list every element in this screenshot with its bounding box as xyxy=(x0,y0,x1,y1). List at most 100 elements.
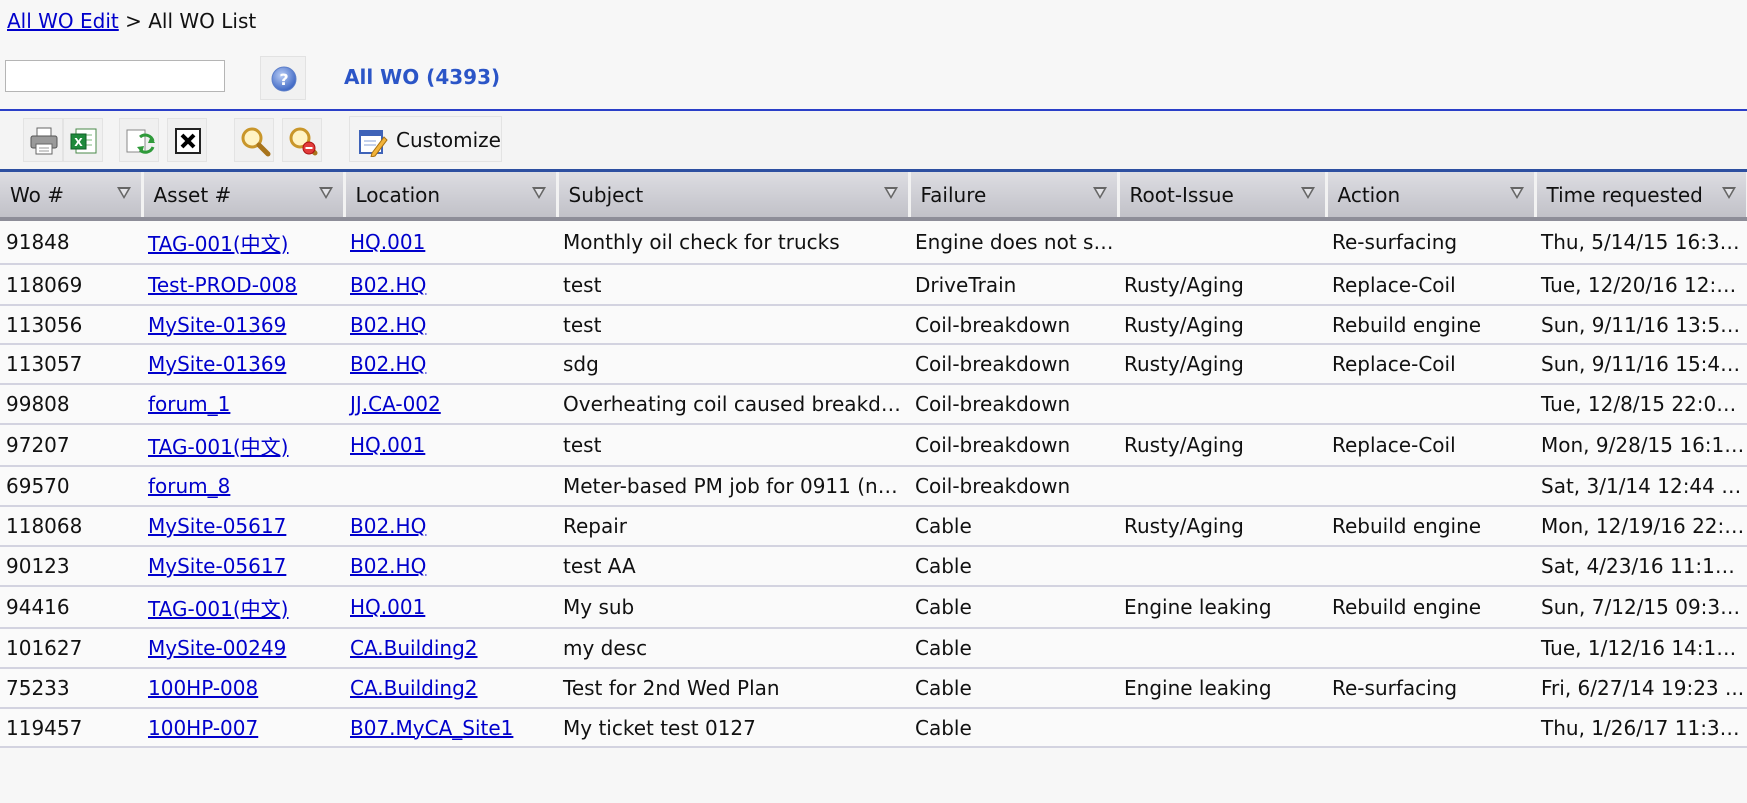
cell-location-link[interactable]: JJ.CA-002 xyxy=(350,392,441,416)
cell-failure: Coil-breakdown xyxy=(909,424,1118,467)
close-icon xyxy=(175,128,201,154)
cell-failure: DriveTrain xyxy=(909,264,1118,306)
sort-arrow-icon[interactable] xyxy=(1509,187,1524,199)
cell-location: B07.MyCA_Site1 xyxy=(344,708,557,748)
cell-action: Replace-Coil xyxy=(1326,424,1535,467)
table-row[interactable]: 90123 MySite-05617 B02.HQ test AA Cable Sat, … xyxy=(0,546,1747,587)
search-icon xyxy=(241,127,271,157)
table-row[interactable]: 75233 100HP-008 CA.Building2 Test for 2nd W… xyxy=(0,668,1747,709)
table-row[interactable]: 101627 MySite-00249 CA.Building2 my desc Cab… xyxy=(0,628,1747,669)
cell-asset-link[interactable]: MySite-01369 xyxy=(148,352,286,376)
table-row[interactable]: 97207 TAG-001(中文) HQ.001 test Coil-breakdown… xyxy=(0,424,1747,467)
cell-asset-link[interactable]: TAG-001(中文) xyxy=(148,435,289,459)
cell-location-link[interactable]: B02.HQ xyxy=(350,554,426,578)
cell-location-link[interactable]: CA.Building2 xyxy=(350,636,478,660)
export-excel-button[interactable]: X xyxy=(63,118,103,162)
column-header-failure[interactable]: Failure xyxy=(909,172,1120,221)
column-header-root-issue[interactable]: Root-Issue xyxy=(1118,172,1328,221)
column-header-action[interactable]: Action xyxy=(1326,172,1537,221)
cell-asset-link[interactable]: 100HP-008 xyxy=(148,676,258,700)
cell-asset-link[interactable]: Test-PROD-008 xyxy=(148,273,297,297)
column-header-location[interactable]: Location xyxy=(344,172,559,221)
cell-asset: MySite-05617 xyxy=(142,506,344,547)
cell-location: B02.HQ xyxy=(344,344,557,385)
cell-asset-link[interactable]: forum_8 xyxy=(148,474,230,498)
cell-time-requested: Sun, 7/12/15 09:36... xyxy=(1535,586,1747,629)
cell-asset-link[interactable]: forum_1 xyxy=(148,392,230,416)
cell-root-issue xyxy=(1118,546,1326,587)
cell-subject: Test for 2nd Wed Plan xyxy=(557,668,909,709)
cell-asset: MySite-01369 xyxy=(142,344,344,385)
cell-failure: Cable xyxy=(909,708,1118,748)
sort-arrow-icon[interactable] xyxy=(116,187,131,199)
search-button[interactable] xyxy=(234,118,274,162)
table-row[interactable]: 113056 MySite-01369 B02.HQ test Coil-breakdo… xyxy=(0,305,1747,345)
cell-location-link[interactable]: B07.MyCA_Site1 xyxy=(350,716,513,740)
cell-location-link[interactable]: HQ.001 xyxy=(350,433,425,457)
clear-search-button[interactable] xyxy=(282,118,322,162)
table-row[interactable]: 119457 100HP-007 B07.MyCA_Site1 My ticket t… xyxy=(0,708,1747,748)
cell-subject: Meter-based PM job for 0911 (ne... xyxy=(557,466,909,507)
cell-time-requested: Sun, 9/11/16 13:58... xyxy=(1535,305,1747,345)
sort-arrow-icon[interactable] xyxy=(1721,187,1736,199)
cell-root-issue xyxy=(1118,384,1326,425)
help-button[interactable]: ? xyxy=(260,56,306,100)
table-row[interactable]: 118069 Test-PROD-008 B02.HQ test DriveTrain R… xyxy=(0,264,1747,306)
cell-location: B02.HQ xyxy=(344,305,557,345)
sort-arrow-icon[interactable] xyxy=(1092,187,1107,199)
cell-location-link[interactable]: B02.HQ xyxy=(350,352,426,376)
table-row[interactable]: 118068 MySite-05617 B02.HQ Repair Cable Rusty… xyxy=(0,506,1747,547)
cell-location-link[interactable]: CA.Building2 xyxy=(350,676,478,700)
cell-time-requested: Mon, 9/28/15 16:17... xyxy=(1535,424,1747,467)
cell-action: Rebuild engine xyxy=(1326,305,1535,345)
cell-asset-link[interactable]: MySite-05617 xyxy=(148,554,286,578)
column-header-subject[interactable]: Subject xyxy=(557,172,911,221)
column-header-wo[interactable]: Wo # xyxy=(0,172,144,221)
customize-icon xyxy=(359,130,388,157)
cell-location-link[interactable]: HQ.001 xyxy=(350,230,425,254)
table-row[interactable]: 94416 TAG-001(中文) HQ.001 My sub Cable Engine … xyxy=(0,586,1747,629)
cell-time-requested: Tue, 1/12/16 14:18 ... xyxy=(1535,628,1747,669)
cell-root-issue xyxy=(1118,628,1326,669)
cell-wo: 119457 xyxy=(0,708,142,748)
refresh-button[interactable] xyxy=(119,118,159,162)
sort-arrow-icon[interactable] xyxy=(883,187,898,199)
search-input[interactable] xyxy=(5,60,225,92)
customize-button[interactable]: Customize xyxy=(349,116,502,162)
sort-arrow-icon[interactable] xyxy=(318,187,333,199)
toolbar: X Customize xyxy=(0,111,1747,169)
table-row[interactable]: 69570 forum_8 Meter-based PM job for 0911 … xyxy=(0,466,1747,507)
sort-arrow-icon[interactable] xyxy=(531,187,546,199)
print-button[interactable] xyxy=(23,118,63,162)
column-header-label: Wo # xyxy=(10,182,64,207)
cell-subject: sdg xyxy=(557,344,909,385)
cell-location-link[interactable]: B02.HQ xyxy=(350,514,426,538)
close-button[interactable] xyxy=(167,118,207,162)
table-row[interactable]: 99808 forum_1 JJ.CA-002 Overheating coil ca… xyxy=(0,384,1747,425)
cell-asset: forum_1 xyxy=(142,384,344,425)
cell-asset-link[interactable]: MySite-01369 xyxy=(148,313,286,337)
breadcrumb-link-all-wo-edit[interactable]: All WO Edit xyxy=(7,9,119,33)
help-icon: ? xyxy=(271,66,297,92)
table-row[interactable]: 113057 MySite-01369 B02.HQ sdg Coil-breakdow… xyxy=(0,344,1747,385)
column-header-label: Time requested xyxy=(1546,182,1703,207)
cell-asset-link[interactable]: 100HP-007 xyxy=(148,716,258,740)
sort-arrow-icon[interactable] xyxy=(1300,187,1315,199)
cell-location-link[interactable]: B02.HQ xyxy=(350,313,426,337)
cell-asset-link[interactable]: MySite-00249 xyxy=(148,636,286,660)
cell-wo: 90123 xyxy=(0,546,142,587)
column-header-asset[interactable]: Asset # xyxy=(142,172,346,221)
cell-asset-link[interactable]: MySite-05617 xyxy=(148,514,286,538)
cell-action xyxy=(1326,708,1535,748)
cell-location: JJ.CA-002 xyxy=(344,384,557,425)
cell-asset-link[interactable]: TAG-001(中文) xyxy=(148,597,289,621)
table-row[interactable]: 91848 TAG-001(中文) HQ.001 Monthly oil check … xyxy=(0,219,1747,265)
cell-location-link[interactable]: B02.HQ xyxy=(350,273,426,297)
column-header-label: Root-Issue xyxy=(1129,182,1234,207)
cell-asset: TAG-001(中文) xyxy=(142,424,344,467)
cell-location: CA.Building2 xyxy=(344,628,557,669)
column-header-time-requested[interactable]: Time requested xyxy=(1535,172,1747,221)
cell-location-link[interactable]: HQ.001 xyxy=(350,595,425,619)
cell-asset-link[interactable]: TAG-001(中文) xyxy=(148,232,289,256)
grid-header: Wo # Asset # Location Subject Failure Ro… xyxy=(0,172,1747,221)
